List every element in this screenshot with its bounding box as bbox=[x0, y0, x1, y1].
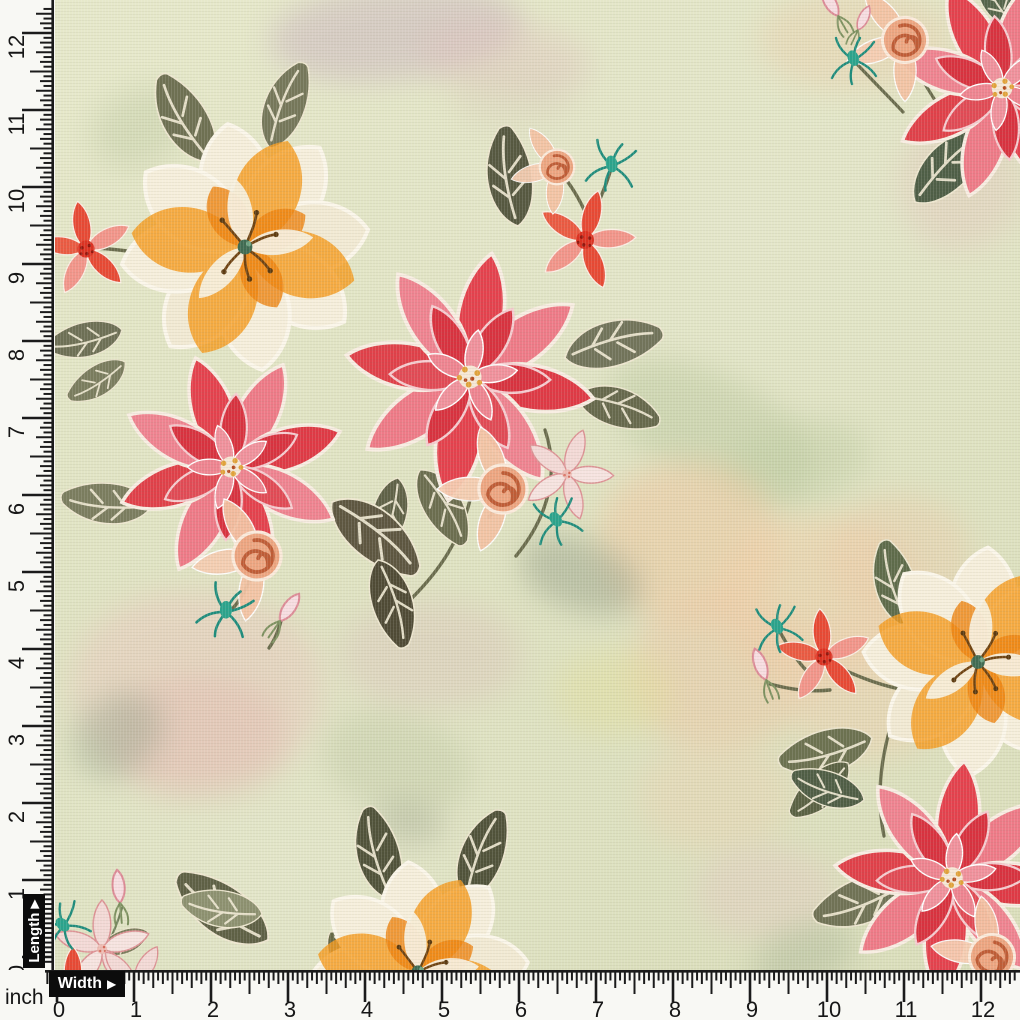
svg-text:7: 7 bbox=[4, 426, 29, 438]
svg-text:5: 5 bbox=[438, 997, 450, 1020]
horizontal-ruler-ticks: 0123456789101112 bbox=[0, 970, 1020, 1020]
floral-print bbox=[0, 0, 1020, 1020]
svg-text:2: 2 bbox=[4, 811, 29, 823]
svg-text:2: 2 bbox=[207, 997, 219, 1020]
bouquet-main bbox=[30, 55, 668, 653]
red-blossom bbox=[523, 177, 647, 298]
olive-leaf-icon bbox=[559, 311, 667, 376]
svg-text:9: 9 bbox=[746, 997, 758, 1020]
svg-text:7: 7 bbox=[592, 997, 604, 1020]
bouquet-top-right bbox=[817, 0, 1020, 240]
pale-rosebud bbox=[748, 646, 780, 703]
svg-text:3: 3 bbox=[4, 734, 29, 746]
olive-leaf-icon bbox=[572, 375, 667, 441]
olive-leaf-icon bbox=[248, 55, 322, 155]
bouquet-right bbox=[748, 535, 1020, 1020]
svg-text:12: 12 bbox=[971, 997, 995, 1020]
yellow-rose bbox=[105, 107, 386, 388]
width-label: Width ▶ bbox=[49, 971, 125, 997]
svg-text:4: 4 bbox=[4, 657, 29, 669]
teal-bud-icon bbox=[585, 139, 639, 195]
svg-text:0: 0 bbox=[53, 997, 65, 1020]
svg-text:10: 10 bbox=[4, 189, 29, 213]
svg-text:12: 12 bbox=[4, 35, 29, 59]
pale-rosebud bbox=[262, 590, 305, 643]
vertical-ruler-ticks: 0123456789101112 bbox=[0, 0, 55, 970]
width-label-text: Width bbox=[58, 975, 102, 993]
fabric-swatch-photo: 0123456789101112 inch 0123456789101112 L… bbox=[0, 0, 1020, 1020]
horizontal-ruler: inch 0123456789101112 bbox=[0, 970, 1020, 1020]
svg-text:5: 5 bbox=[4, 580, 29, 592]
unit-label: inch bbox=[5, 986, 44, 1010]
svg-text:9: 9 bbox=[4, 272, 29, 284]
olive-leaf-icon bbox=[60, 351, 133, 411]
svg-text:8: 8 bbox=[4, 349, 29, 361]
length-label-text: Length bbox=[26, 913, 43, 963]
vertical-ruler: 0123456789101112 bbox=[0, 0, 55, 970]
svg-text:4: 4 bbox=[361, 997, 373, 1020]
svg-text:11: 11 bbox=[4, 113, 29, 136]
svg-text:3: 3 bbox=[284, 997, 296, 1020]
length-arrow-icon: ▶ bbox=[28, 899, 40, 908]
red-peony bbox=[850, 0, 1020, 240]
svg-text:10: 10 bbox=[817, 997, 841, 1020]
svg-text:6: 6 bbox=[4, 503, 29, 515]
svg-text:8: 8 bbox=[669, 997, 681, 1020]
width-arrow-icon: ▶ bbox=[107, 978, 116, 990]
length-label: Length ▶ bbox=[23, 894, 45, 968]
svg-text:6: 6 bbox=[515, 997, 527, 1020]
svg-text:11: 11 bbox=[895, 997, 918, 1020]
pale-rosebud bbox=[817, 0, 854, 37]
svg-text:1: 1 bbox=[130, 997, 142, 1020]
olive-leaf-icon bbox=[44, 316, 126, 363]
